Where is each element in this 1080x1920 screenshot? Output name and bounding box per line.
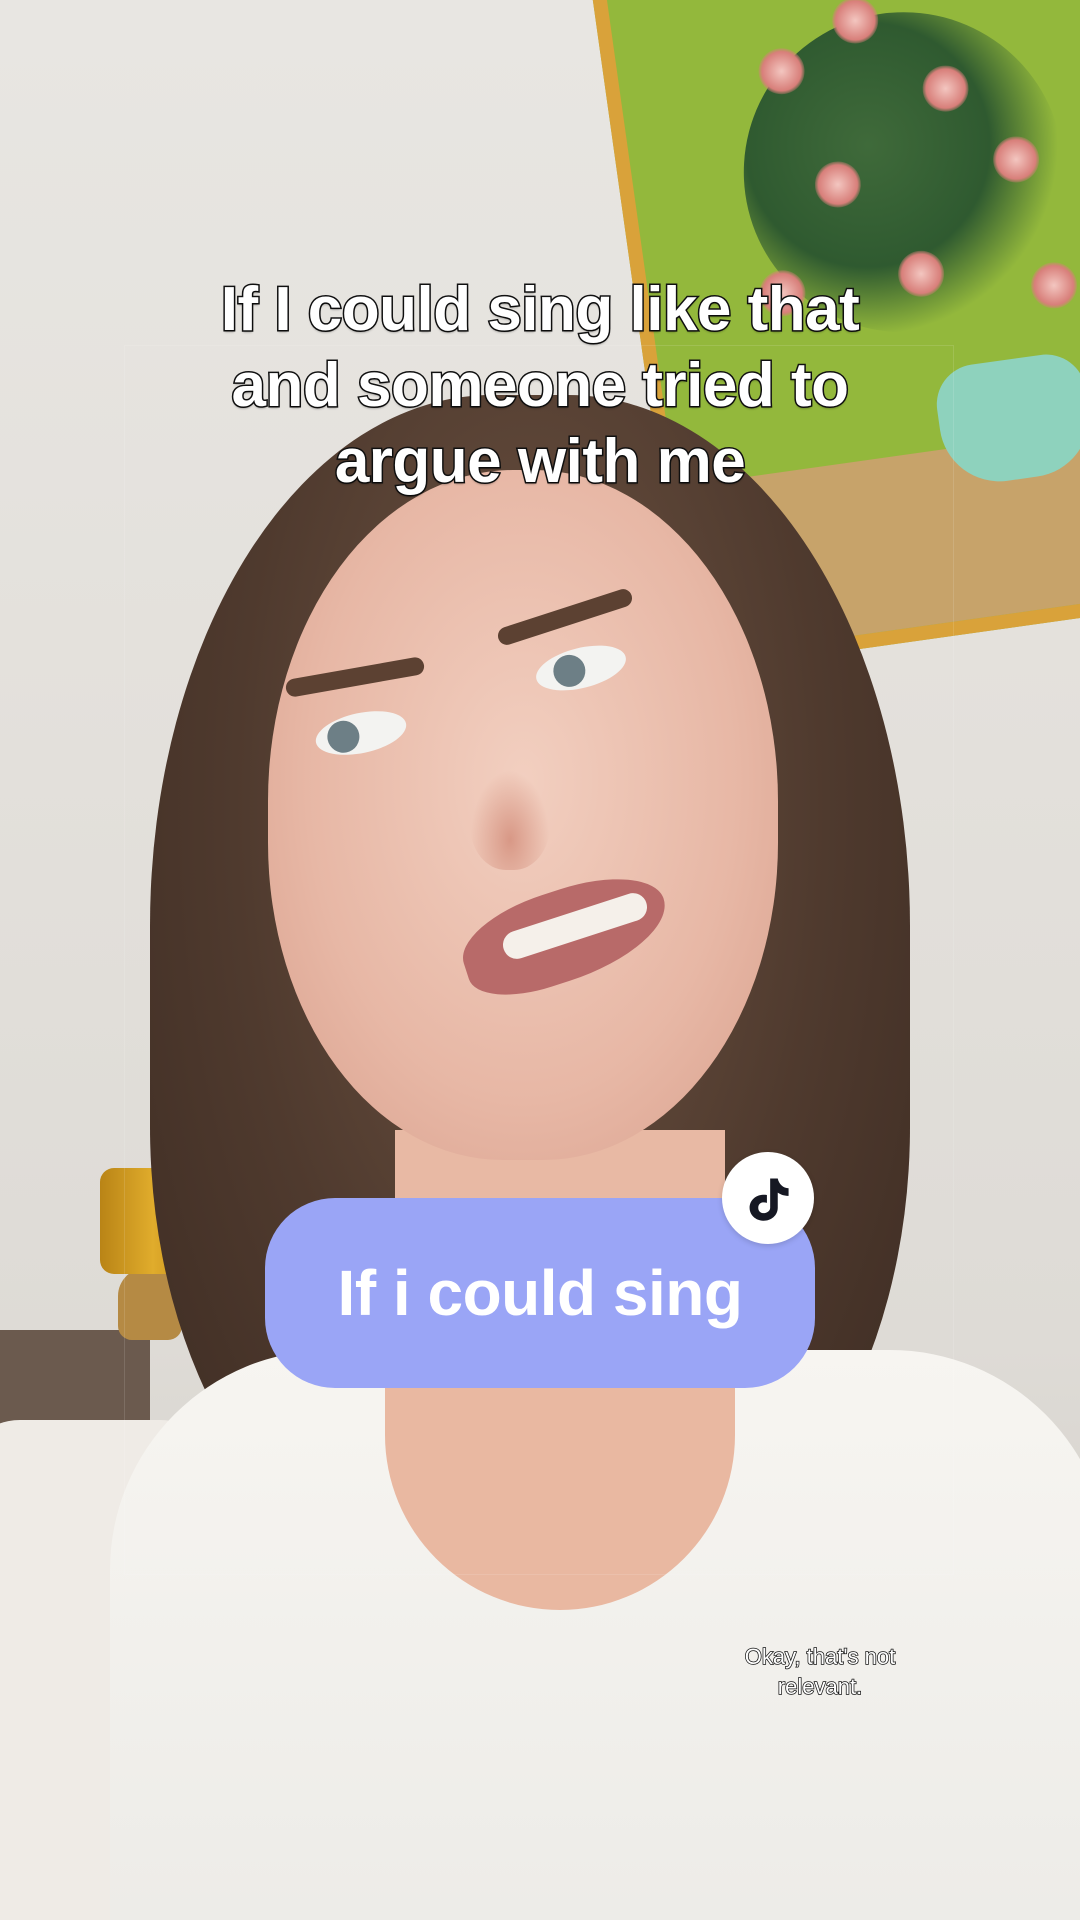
caption-text: If I could sing like that and someone tr… — [140, 272, 940, 500]
subtitle-text: Okay, that's not relevant. — [700, 1642, 940, 1702]
safe-area-guide — [124, 345, 954, 1575]
caption-line: If I could sing like that — [219, 274, 861, 346]
subtitle-line: relevant. — [777, 1673, 863, 1700]
caption-line: and someone tried to — [230, 350, 850, 422]
music-note-icon[interactable] — [722, 1152, 814, 1244]
sticker-label: If i could sing — [337, 1257, 743, 1329]
music-note-glyph — [749, 1178, 789, 1221]
video-frame[interactable]: If I could sing like that and someone tr… — [0, 0, 1080, 1920]
caption-line: argue with me — [333, 426, 747, 498]
subtitle-line: Okay, that's not — [744, 1643, 896, 1670]
